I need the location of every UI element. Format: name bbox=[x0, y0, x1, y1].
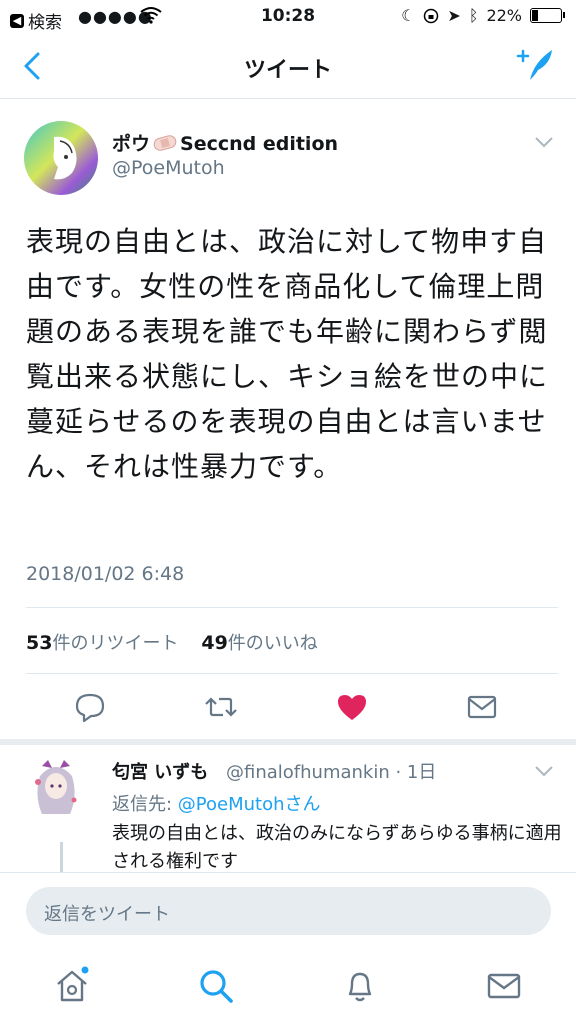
chevron-down-icon[interactable] bbox=[534, 764, 554, 778]
reply-input[interactable]: 返信をツイート bbox=[26, 887, 551, 935]
divider bbox=[26, 673, 558, 674]
like-count: 49 bbox=[201, 632, 228, 654]
reply-author-handle-time[interactable]: @finalofhumankin · 1日 bbox=[226, 758, 436, 784]
retweet-icon[interactable] bbox=[203, 689, 239, 725]
reply-tweet[interactable]: 匂宮 いずも @finalofhumankin · 1日 返信先: @PoeMu… bbox=[0, 746, 576, 872]
status-right-cluster: ☾ ➤ ᛒ 22% bbox=[401, 6, 565, 25]
reply-to-link[interactable]: @PoeMutohさん bbox=[178, 794, 321, 815]
retweet-count: 53 bbox=[26, 632, 53, 654]
dm-mail-icon[interactable] bbox=[464, 689, 500, 725]
tab-bar bbox=[0, 954, 576, 1024]
chevron-down-icon[interactable] bbox=[534, 135, 554, 149]
like-stat[interactable]: 49件のいいね bbox=[201, 632, 318, 654]
status-bar: ◀ 検索 ●●●●● 10:28 ☾ ➤ ᛒ 22% bbox=[0, 0, 576, 34]
notifications-bell-icon[interactable] bbox=[340, 966, 380, 1006]
divider bbox=[26, 607, 558, 608]
reply-avatar-image bbox=[26, 756, 86, 818]
reply-text: 表現の自由とは、政治のみにならずあらゆる事柄に適用される権利です bbox=[112, 823, 562, 872]
reply-input-placeholder: 返信をツイート bbox=[44, 904, 170, 925]
location-arrow-icon: ➤ bbox=[447, 6, 461, 25]
bandage-emoji-icon bbox=[153, 135, 177, 151]
reply-author-name[interactable]: 匂宮 いずも bbox=[112, 758, 208, 784]
compose-tweet-icon[interactable] bbox=[516, 44, 556, 84]
thread-line bbox=[60, 842, 63, 872]
search-icon[interactable] bbox=[196, 966, 236, 1006]
moon-icon: ☾ bbox=[401, 6, 416, 25]
battery-percent: 22% bbox=[486, 6, 522, 25]
tweet-timestamp: 2018/01/02 6:48 bbox=[26, 563, 185, 585]
like-label: 件のいいね bbox=[227, 633, 318, 654]
like-heart-icon[interactable] bbox=[334, 689, 370, 725]
messages-mail-icon[interactable] bbox=[484, 966, 524, 1006]
home-icon[interactable] bbox=[52, 966, 92, 1006]
tweet-stats: 53件のリツイート 49件のいいね bbox=[26, 629, 318, 655]
author-avatar[interactable] bbox=[24, 121, 98, 195]
bluetooth-icon: ᛒ bbox=[468, 6, 479, 25]
reply-to-prefix: 返信先: bbox=[112, 794, 178, 815]
retweet-stat[interactable]: 53件のリツイート bbox=[26, 632, 179, 654]
reply-avatar[interactable] bbox=[26, 756, 86, 818]
tweet-text: 表現の自由とは、政治に対して物申す自由です。女性の性を商品化して倫理上問題のある… bbox=[26, 225, 549, 483]
reply-bar: 返信をツイート bbox=[0, 872, 576, 955]
reply-to-line: 返信先: @PoeMutohさん bbox=[112, 790, 321, 816]
tweet-actions bbox=[0, 689, 576, 729]
author-handle[interactable]: @PoeMutoh bbox=[112, 157, 225, 179]
avatar-image bbox=[24, 121, 98, 195]
author-name-suffix: Seccnd edition bbox=[180, 133, 339, 155]
author-name[interactable]: ポウ Seccnd edition bbox=[112, 129, 338, 156]
section-separator bbox=[0, 739, 576, 745]
battery-icon bbox=[530, 8, 565, 23]
orientation-lock-icon bbox=[424, 8, 439, 23]
author-display-name: ポウ bbox=[112, 133, 151, 155]
nav-bar: ツイート bbox=[0, 34, 576, 99]
retweet-label: 件のリツイート bbox=[52, 633, 179, 654]
reply-icon[interactable] bbox=[72, 689, 108, 725]
page-title: ツイート bbox=[243, 58, 332, 83]
